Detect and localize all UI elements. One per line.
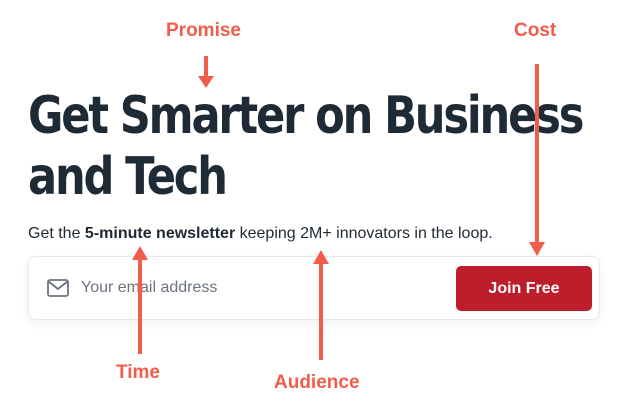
annotation-label-audience: Audience [274, 372, 360, 393]
headline-line-1: Get Smarter on Business [28, 86, 584, 146]
mail-icon [47, 279, 69, 297]
newsletter-signup-form: Join Free [28, 256, 600, 320]
join-free-button[interactable]: Join Free [456, 266, 592, 311]
annotation-label-time: Time [116, 362, 161, 383]
subheadline-emphasis: 5-minute newsletter [84, 225, 236, 242]
subheadline-suffix: keeping 2M+ innovators in the loop. [235, 225, 493, 242]
headline-line-2: and Tech [28, 147, 228, 207]
subheadline: Get the 5-minute newsletter keeping 2M+ … [28, 224, 493, 244]
page-headline: Get Smarter on Business and Tech [28, 86, 584, 208]
promise-arrow [198, 56, 214, 88]
email-input[interactable] [81, 273, 441, 303]
subheadline-prefix: Get the [28, 225, 85, 242]
annotation-label-promise: Promise [166, 20, 241, 41]
annotation-label-cost: Cost [514, 20, 557, 41]
